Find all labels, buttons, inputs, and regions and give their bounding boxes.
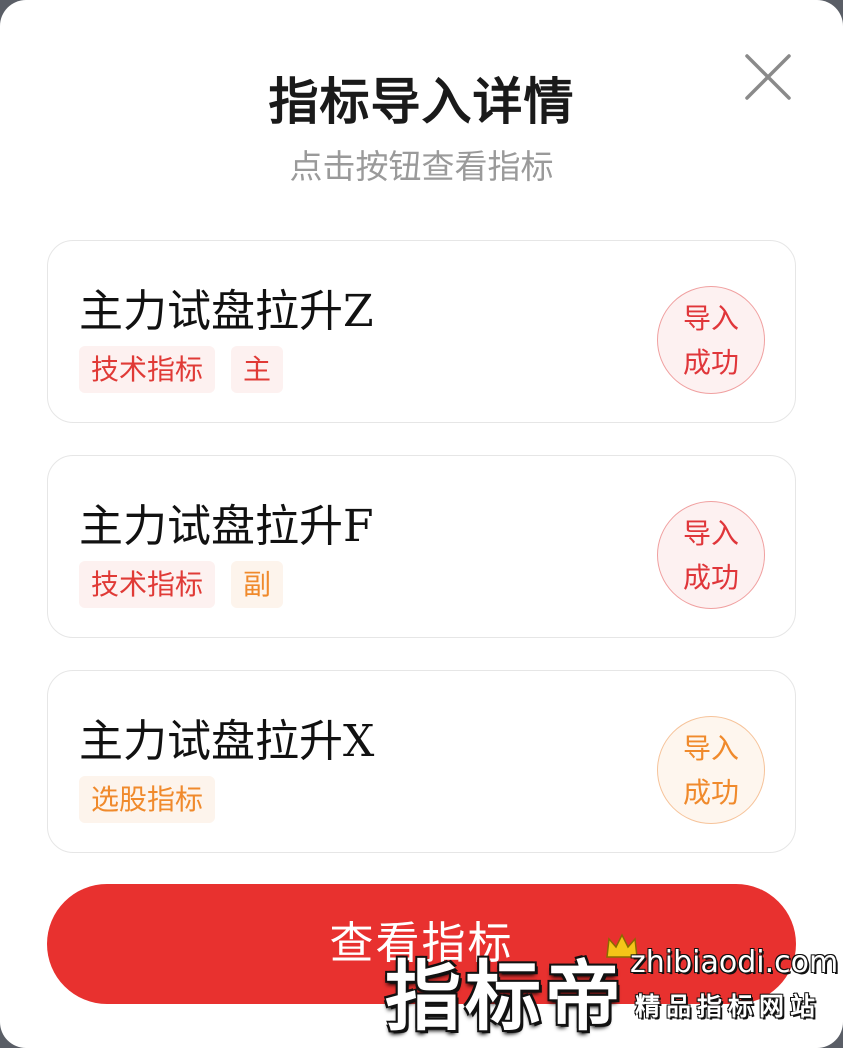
status-line-2: 成功 <box>682 561 739 594</box>
import-status-badge: 导入 成功 <box>657 501 765 609</box>
indicator-tags: 选股指标 <box>79 776 216 823</box>
indicator-card: 主力试盘拉升Z 技术指标 主 导入 成功 <box>47 240 796 423</box>
tag-kind: 主 <box>231 346 284 393</box>
view-indicators-button[interactable]: 查看指标 <box>47 884 796 1004</box>
status-line-2: 成功 <box>682 346 739 379</box>
indicator-tags: 技术指标 副 <box>79 561 284 608</box>
dialog-subtitle: 点击按钮查看指标 <box>289 147 554 186</box>
indicator-card: 主力试盘拉升X 选股指标 导入 成功 <box>47 670 796 853</box>
indicator-name: 主力试盘拉升Z <box>79 286 374 337</box>
status-line-2: 成功 <box>682 776 739 809</box>
dialog-title: 指标导入详情 <box>268 73 575 131</box>
status-line-1: 导入 <box>682 732 739 765</box>
tag-type: 选股指标 <box>79 776 216 823</box>
import-details-dialog: 指标导入详情 点击按钮查看指标 主力试盘拉升Z 技术指标 主 导入 成功 主力试… <box>0 0 843 1048</box>
status-line-1: 导入 <box>682 517 739 550</box>
indicator-card: 主力试盘拉升F 技术指标 副 导入 成功 <box>47 455 796 638</box>
indicator-name: 主力试盘拉升F <box>79 501 374 552</box>
status-line-1: 导入 <box>682 302 739 335</box>
indicator-name: 主力试盘拉升X <box>79 716 375 767</box>
tag-type: 技术指标 <box>79 346 216 393</box>
tag-kind: 副 <box>231 561 284 608</box>
import-status-badge: 导入 成功 <box>657 286 765 394</box>
import-status-badge: 导入 成功 <box>657 716 765 824</box>
tag-type: 技术指标 <box>79 561 216 608</box>
indicator-tags: 技术指标 主 <box>79 346 284 393</box>
